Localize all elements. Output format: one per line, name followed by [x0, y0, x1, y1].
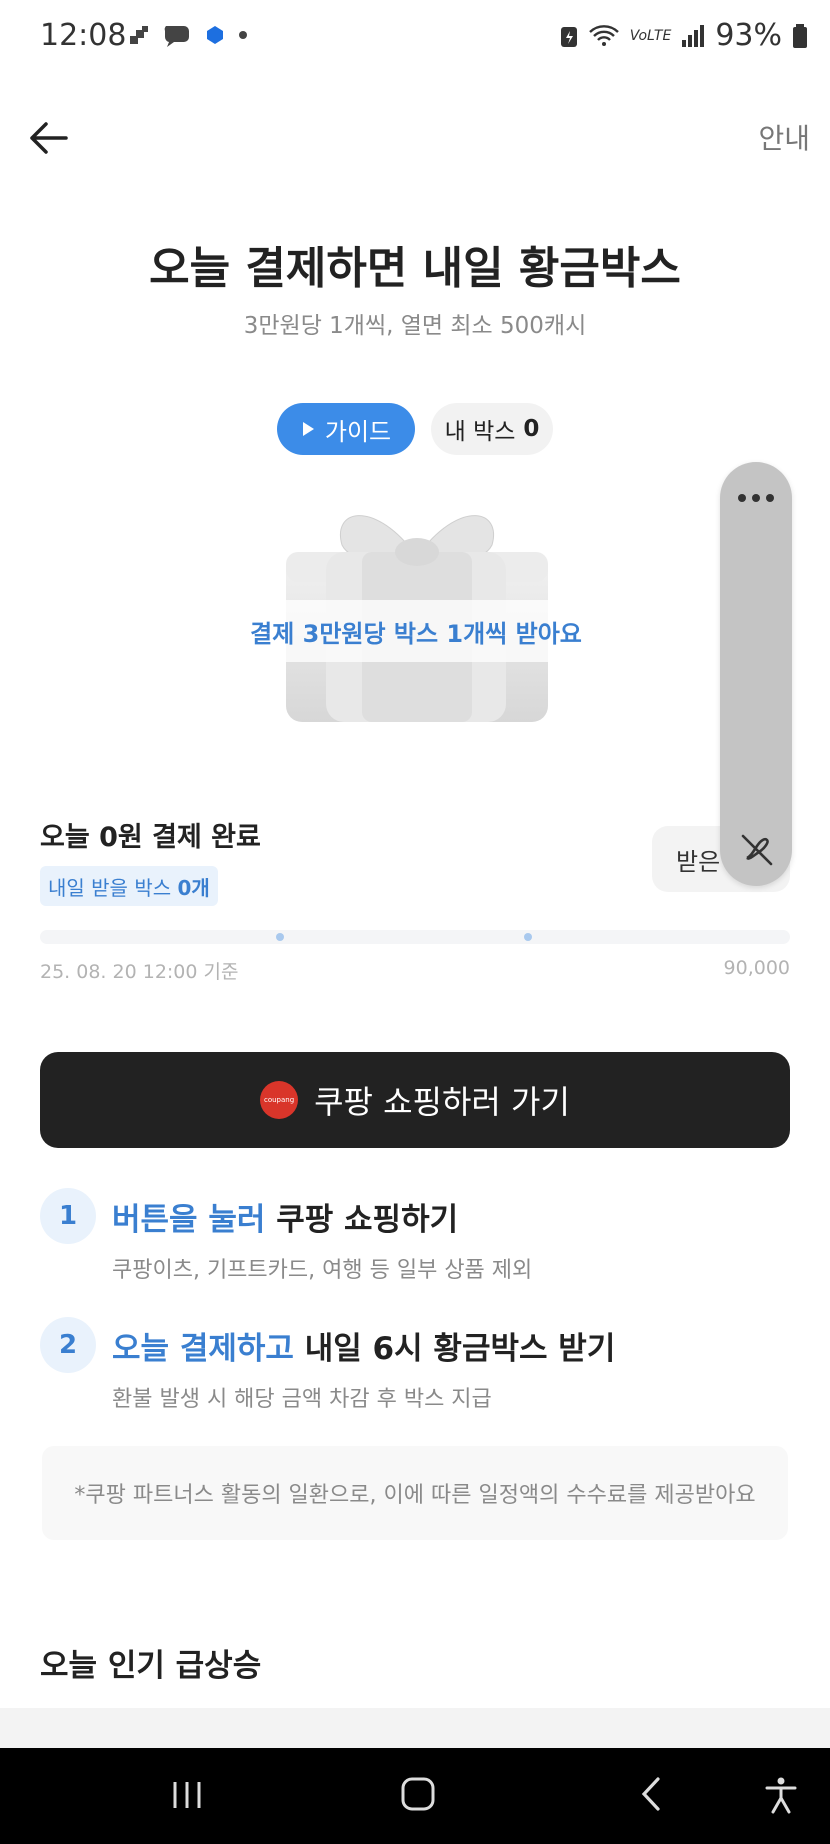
step-title: 버튼을 눌러 쿠팡 쇼핑하기: [112, 1194, 458, 1239]
page-title: 오늘 결제하면 내일 황금박스: [149, 243, 681, 294]
back-nav-icon[interactable]: [636, 1776, 668, 1812]
guide-button-label: 가이드: [324, 417, 392, 446]
step-title-rest: 내일 6시 황금박스 받기: [293, 1331, 616, 1367]
app-hex-icon: [207, 26, 223, 44]
battery-percent: 93%: [715, 18, 782, 53]
step-title-accent: 오늘 결제하고: [112, 1331, 294, 1367]
chat-bubble-icon: [164, 26, 189, 47]
partners-notice: *쿠팡 파트너스 활동의 일환으로, 이에 따른 일정액의 수수료를 제공받아요: [42, 1446, 788, 1540]
signal-icon: [682, 24, 705, 47]
tomorrow-box-prefix: 내일 받을 박스: [48, 875, 172, 900]
notification-icons: [128, 22, 248, 48]
step-description: 쿠팡이츠, 기프트카드, 여행 등 일부 상품 제외: [112, 1258, 533, 1283]
tomorrow-box-count: 0개: [177, 875, 210, 900]
volte-label: VoLTE: [629, 27, 672, 44]
paid-today-title: 오늘 0원 결제 완료: [40, 822, 261, 853]
my-box-button[interactable]: 내 박스 0: [431, 403, 553, 455]
step-title-rest: 쿠팡 쇼핑하기: [265, 1202, 459, 1238]
recents-icon[interactable]: [170, 1778, 204, 1812]
app-notification-icon: [130, 26, 148, 44]
guide-button[interactable]: 가이드: [277, 403, 415, 455]
battery-icon: [793, 23, 807, 48]
progress-tick: [524, 933, 532, 941]
progress-max-value: 90,000: [723, 957, 790, 979]
status-right: VoLTE 93%: [560, 18, 808, 53]
home-icon[interactable]: [400, 1776, 436, 1812]
progress-tick: [276, 933, 284, 941]
popular-section-title: 오늘 인기 급상승: [40, 1648, 262, 1684]
more-dots-icon[interactable]: [736, 490, 776, 506]
accessibility-icon[interactable]: [763, 1776, 799, 1814]
payment-progress-bar: [40, 930, 790, 944]
coupang-logo: coupang: [260, 1081, 299, 1119]
more-notifications-icon: [239, 31, 247, 39]
gift-caption: 결제 3만원당 박스 1개씩 받아요: [236, 600, 596, 662]
step-number: 1: [40, 1188, 96, 1244]
page-subtitle: 3만원당 1개씩, 열면 최소 500캐시: [243, 313, 587, 339]
step-description: 환불 발생 시 해당 금액 차감 후 박스 지급: [112, 1387, 492, 1412]
status-time: 12:08: [40, 18, 127, 53]
battery-saver-icon: [560, 26, 577, 47]
guide-link[interactable]: 안내: [758, 117, 810, 157]
tomorrow-box-badge: 내일 받을 박스 0개: [40, 866, 218, 906]
my-box-label: 내 박스: [444, 419, 516, 445]
mute-icon[interactable]: [739, 832, 775, 868]
received-label: 받은: [676, 848, 721, 876]
step-title: 오늘 결제하고 내일 6시 황금박스 받기: [112, 1323, 615, 1368]
wifi-icon: [588, 24, 619, 46]
floating-side-panel[interactable]: [720, 462, 792, 886]
go-shopping-label: 쿠팡 쇼핑하러 가기: [314, 1083, 570, 1121]
step-number: 2: [40, 1317, 96, 1373]
section-divider: [0, 1708, 830, 1748]
arrow-left-icon[interactable]: [26, 116, 70, 160]
my-box-count: 0: [523, 416, 540, 442]
step-title-accent: 버튼을 눌러: [112, 1202, 266, 1238]
play-icon: [302, 422, 314, 436]
progress-timestamp: 25. 08. 20 12:00 기준: [40, 961, 239, 983]
go-shopping-button[interactable]: coupang 쿠팡 쇼핑하러 가기: [40, 1052, 790, 1148]
